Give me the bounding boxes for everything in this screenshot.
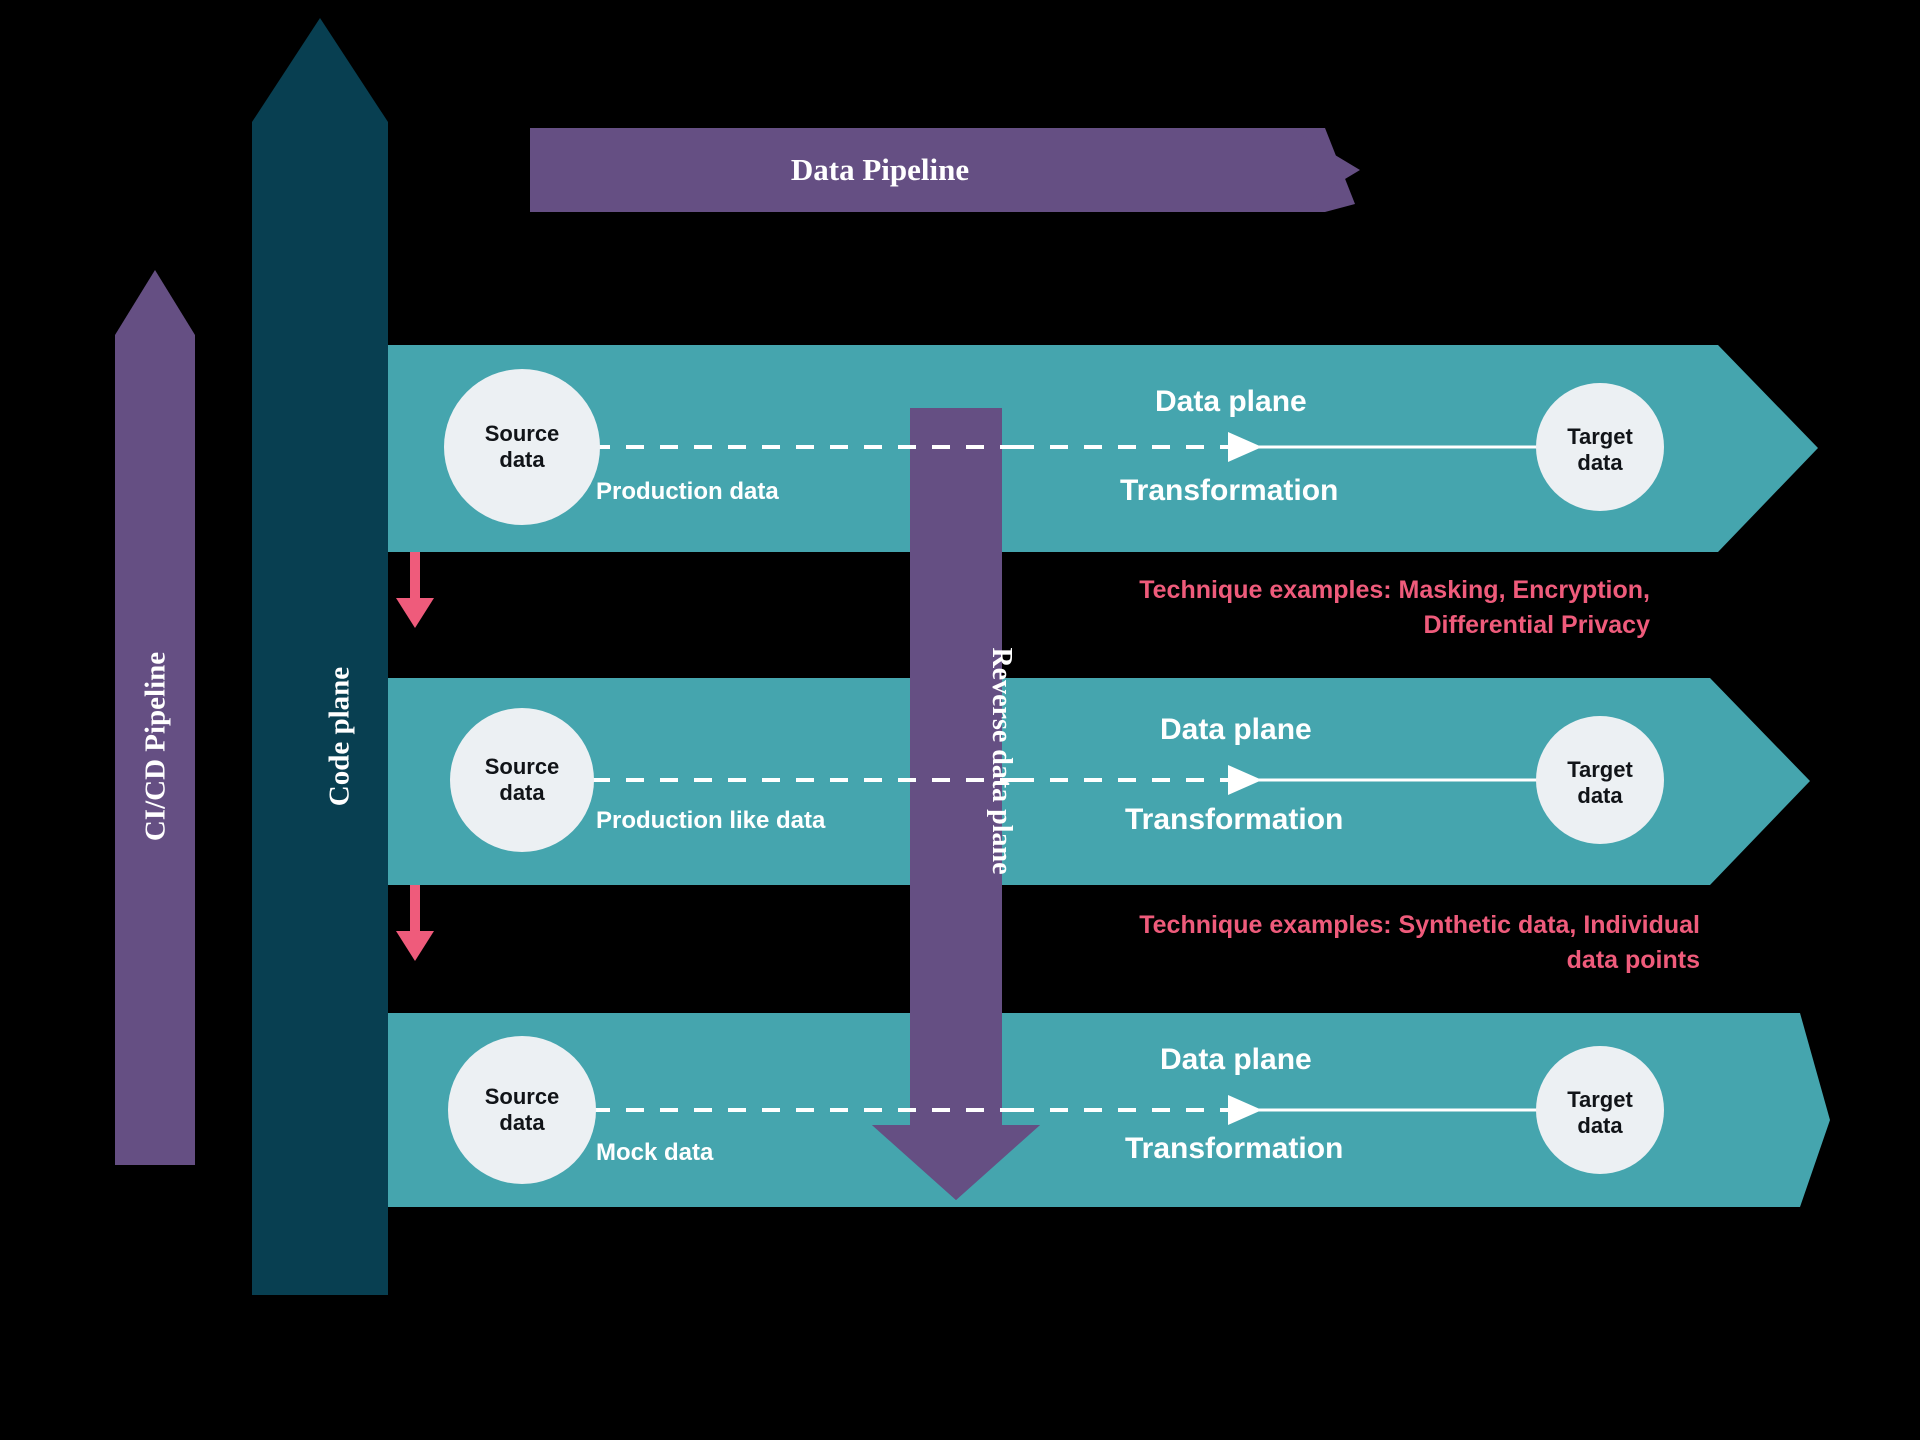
flow-arrow-1 — [396, 552, 434, 628]
connector-label-row-2: Production like data — [596, 807, 826, 834]
data-plane-label-row-3: Data plane — [1160, 1043, 1312, 1076]
diagram-canvas: Data Pipeline CI/CD Pipeline Code plane … — [0, 0, 1920, 1440]
target-data-label-row-3: Target data — [1567, 1087, 1633, 1138]
source-data-label-row-3: Source data — [484, 1084, 560, 1135]
code-plane-label: Code plane — [323, 666, 356, 807]
connector-label-row-1: Production data — [596, 478, 779, 505]
connector-label-row-3: Mock data — [596, 1139, 714, 1166]
transformation-label-row-1: Transformation — [1120, 474, 1339, 507]
source-data-label-row-1: Source data — [484, 421, 560, 472]
transformation-label-row-3: Transformation — [1125, 1132, 1344, 1165]
data-plane-label-row-2: Data plane — [1160, 713, 1312, 746]
target-data-label-row-2: Target data — [1567, 757, 1633, 808]
transformation-label-row-2: Transformation — [1125, 803, 1344, 836]
technique-examples-2: Technique examples: Synthetic data, Indi… — [1139, 911, 1700, 974]
data-pipeline-label: Data Pipeline — [790, 152, 970, 187]
source-data-label-row-2: Source data — [484, 754, 560, 805]
technique-examples-1: Technique examples: Masking, Encryption,… — [1139, 576, 1650, 639]
cicd-pipeline-label: CI/CD Pipeline — [139, 651, 172, 842]
shapes-layer — [115, 18, 1830, 1295]
target-data-label-row-1: Target data — [1567, 424, 1633, 475]
flow-arrow-2 — [396, 885, 434, 961]
code-plane-arrow — [252, 18, 388, 1295]
data-plane-label-row-1: Data plane — [1155, 385, 1307, 418]
